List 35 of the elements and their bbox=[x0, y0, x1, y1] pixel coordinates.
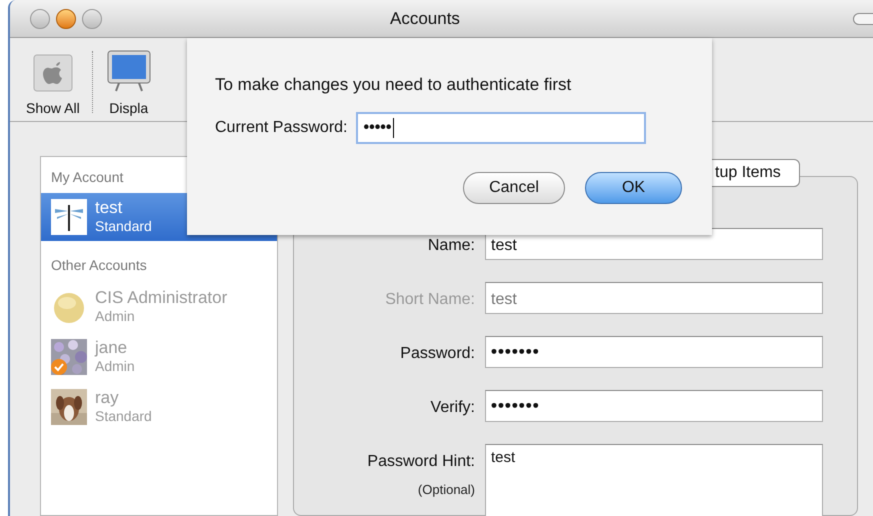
field-label: Password: bbox=[400, 344, 475, 364]
account-role: Admin bbox=[95, 307, 136, 325]
sheet-message: To make changes you need to authenticate first bbox=[215, 74, 572, 96]
tab[interactable]: tup Items bbox=[710, 159, 800, 187]
ok-button[interactable]: OK bbox=[585, 172, 682, 204]
toolbar-item[interactable]: Show All bbox=[26, 53, 80, 115]
toolbar-toggle-icon[interactable] bbox=[853, 12, 873, 24]
window-title: Accounts bbox=[390, 8, 460, 30]
field-hint: (Optional) bbox=[418, 481, 475, 499]
dragonfly-icon bbox=[51, 199, 87, 235]
display-icon bbox=[104, 49, 153, 93]
apple-icon bbox=[32, 53, 74, 93]
input-field[interactable]: ••••••• bbox=[485, 390, 823, 422]
account-role: Standard bbox=[95, 407, 152, 425]
field-label: Password Hint: bbox=[367, 452, 475, 472]
input-field[interactable]: ••••••• bbox=[485, 336, 823, 368]
account-role: Admin bbox=[95, 357, 135, 375]
field-label: Short Name: bbox=[385, 290, 475, 310]
minimize-icon[interactable] bbox=[56, 8, 76, 28]
section-heading: My Account bbox=[50, 168, 124, 187]
account-name: CIS Administrator bbox=[95, 289, 228, 307]
account-name: ray bbox=[95, 389, 120, 407]
account-name: test bbox=[95, 199, 124, 217]
toolbar-item[interactable]: Displa bbox=[104, 49, 153, 115]
account-role: Standard bbox=[95, 217, 152, 235]
section-heading: Other Accounts bbox=[50, 256, 148, 275]
field-label: Verify: bbox=[430, 398, 475, 418]
password-field[interactable]: ••••• bbox=[356, 112, 646, 144]
zoom-icon[interactable] bbox=[82, 8, 102, 28]
close-icon[interactable] bbox=[30, 8, 50, 28]
field-label: Name: bbox=[428, 236, 475, 256]
cancel-button[interactable]: Cancel bbox=[463, 172, 565, 204]
field-label: Current Password: bbox=[215, 118, 348, 138]
account-name: jane bbox=[95, 339, 128, 357]
text-area[interactable]: test bbox=[485, 444, 823, 516]
